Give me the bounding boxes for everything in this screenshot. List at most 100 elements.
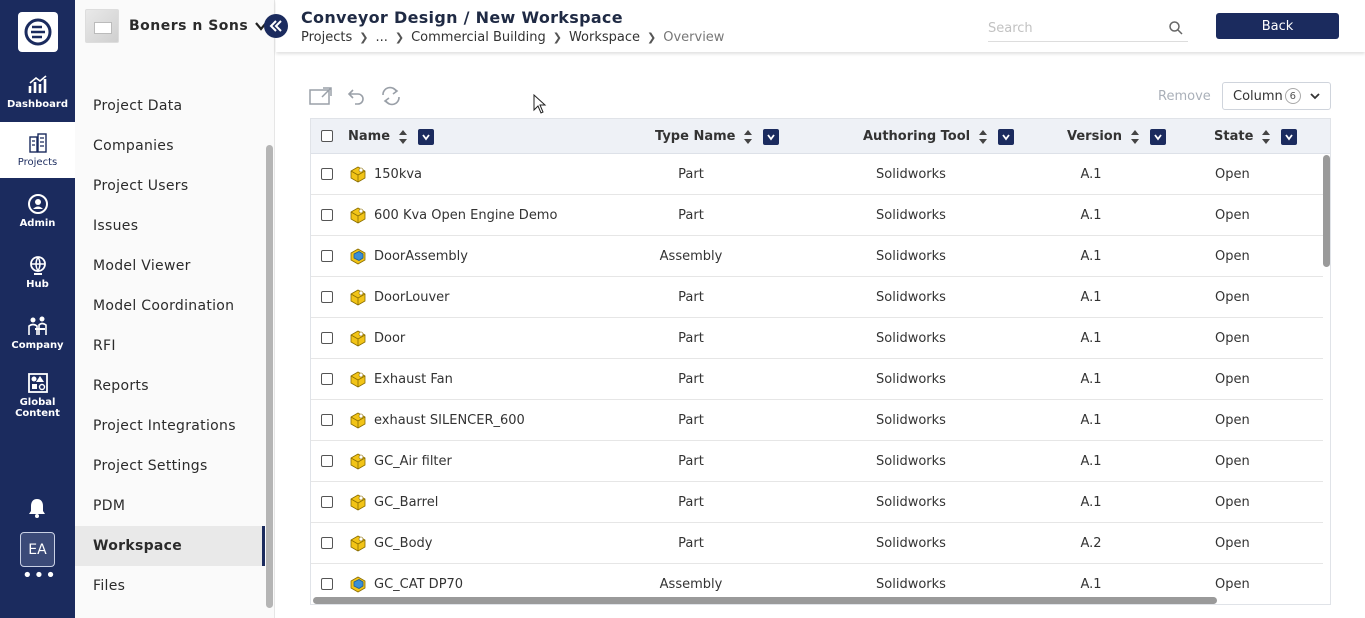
breadcrumb-workspace[interactable]: Workspace [569, 30, 640, 45]
row-checkbox[interactable] [321, 373, 333, 385]
collapse-sidebar-button[interactable] [264, 14, 288, 38]
column-header-state[interactable]: State [1214, 119, 1298, 154]
cell-name[interactable]: Exhaust Fan [349, 359, 453, 399]
cell-name[interactable]: Door [349, 318, 405, 358]
column-chooser-button[interactable]: Column 6 [1222, 82, 1331, 110]
search-icon[interactable] [1168, 20, 1184, 36]
sidebar-item-companies[interactable]: Companies [75, 126, 265, 166]
table-row[interactable]: GC_Barrel Part Solidworks A.1 Open [311, 482, 1323, 523]
table-row[interactable]: DoorAssembly Assembly Solidworks A.1 Open [311, 236, 1323, 277]
rail-item-projects[interactable]: Projects [0, 122, 75, 178]
sort-icon[interactable] [1130, 129, 1140, 145]
row-checkbox[interactable] [321, 455, 333, 467]
app-logo[interactable] [18, 12, 58, 52]
part-icon [350, 289, 366, 306]
cell-name[interactable]: exhaust SILENCER_600 [349, 400, 525, 440]
rail-item-hub[interactable]: Hub [0, 244, 75, 300]
rail-item-global-content[interactable]: Global Content [0, 364, 75, 426]
sort-icon[interactable] [978, 129, 988, 145]
user-avatar[interactable]: EA [20, 532, 55, 567]
sidebar-scrollbar[interactable] [266, 145, 273, 608]
column-count-badge: 6 [1284, 88, 1301, 104]
org-name: Boners n Sons [129, 18, 249, 34]
column-filter-dropdown-icon[interactable] [1281, 128, 1298, 145]
column-filter-dropdown-icon[interactable] [418, 128, 435, 145]
table-row[interactable]: exhaust SILENCER_600 Part Solidworks A.1 Ope… [311, 400, 1323, 441]
row-checkbox[interactable] [321, 496, 333, 508]
row-checkbox[interactable] [321, 250, 333, 262]
open-external-icon[interactable] [309, 86, 333, 106]
cell-name[interactable]: GC_Body [349, 523, 432, 563]
rail-item-company[interactable]: Company [0, 305, 75, 361]
sort-icon[interactable] [1261, 129, 1271, 145]
cell-name[interactable]: DoorLouver [349, 277, 450, 317]
part-icon [350, 494, 366, 511]
cell-type: Assembly [659, 248, 723, 264]
cell-name[interactable]: 600 Kva Open Engine Demo [349, 195, 557, 235]
cell-authoring-tool: Solidworks [876, 412, 946, 428]
column-header-type-name[interactable]: Type Name [655, 119, 780, 154]
table-row[interactable]: Exhaust Fan Part Solidworks A.1 Open [311, 359, 1323, 400]
more-options-icon[interactable]: ••• [22, 567, 56, 587]
table-row[interactable]: GC_Body Part Solidworks A.2 Open [311, 523, 1323, 564]
row-checkbox[interactable] [321, 209, 333, 221]
table-row[interactable]: Door Part Solidworks A.1 Open [311, 318, 1323, 359]
table-row[interactable]: 150kva Part Solidworks A.1 Open [311, 154, 1323, 195]
rail-item-admin[interactable]: Admin [0, 183, 75, 239]
back-button[interactable]: Back [1216, 13, 1339, 39]
breadcrumb-projects[interactable]: Projects [301, 30, 352, 45]
vertical-scroll-thumb[interactable] [1323, 155, 1330, 267]
sidebar-item-project-data[interactable]: Project Data [75, 86, 265, 126]
undo-icon[interactable] [345, 86, 369, 106]
cell-type: Part [678, 207, 704, 223]
sidebar-item-model-viewer[interactable]: Model Viewer [75, 246, 265, 286]
table-row[interactable]: GC_Air filter Part Solidworks A.1 Open [311, 441, 1323, 482]
grid-vertical-scrollbar[interactable] [1322, 154, 1330, 604]
breadcrumb-ellipsis[interactable]: ... [375, 30, 387, 45]
sidebar-item-project-integrations[interactable]: Project Integrations [75, 406, 265, 446]
remove-button[interactable]: Remove [1158, 89, 1211, 104]
sidebar-item-workspace[interactable]: Workspace [75, 526, 265, 566]
org-switcher[interactable]: Boners n Sons [85, 8, 267, 44]
cell-state: Open [1215, 166, 1250, 182]
column-filter-dropdown-icon[interactable] [998, 128, 1015, 145]
row-checkbox[interactable] [321, 168, 333, 180]
rail-item-dashboard[interactable]: Dashboard [0, 64, 75, 120]
cell-version: A.1 [1080, 453, 1102, 469]
bar-chart-icon [28, 75, 47, 93]
sidebar-item-rfi[interactable]: RFI [75, 326, 265, 366]
cell-name[interactable]: GC_Barrel [349, 482, 438, 522]
sidebar-item-pdm[interactable]: PDM [75, 486, 265, 526]
column-filter-dropdown-icon[interactable] [1149, 128, 1166, 145]
search-input[interactable] [988, 16, 1158, 40]
horizontal-scroll-thumb[interactable] [313, 597, 1217, 604]
sidebar-item-project-settings[interactable]: Project Settings [75, 446, 265, 486]
column-header-name[interactable]: Name [348, 119, 435, 154]
sidebar-item-files[interactable]: Files [75, 566, 265, 606]
row-checkbox[interactable] [321, 332, 333, 344]
select-all-checkbox[interactable] [321, 130, 333, 142]
row-checkbox[interactable] [321, 537, 333, 549]
breadcrumb-commercial-building[interactable]: Commercial Building [411, 30, 546, 45]
cell-name[interactable]: GC_Air filter [349, 441, 452, 481]
column-filter-dropdown-icon[interactable] [763, 128, 780, 145]
sidebar-item-model-coordination[interactable]: Model Coordination [75, 286, 265, 326]
sort-icon[interactable] [743, 129, 753, 145]
sort-icon[interactable] [398, 129, 408, 145]
notification-bell-icon[interactable] [26, 497, 48, 519]
table-row[interactable]: DoorLouver Part Solidworks A.1 Open [311, 277, 1323, 318]
grid-horizontal-scrollbar[interactable] [311, 596, 1323, 604]
sidebar-item-project-users[interactable]: Project Users [75, 166, 265, 206]
cell-name[interactable]: DoorAssembly [349, 236, 468, 276]
row-checkbox[interactable] [321, 578, 333, 590]
sidebar-item-reports[interactable]: Reports [75, 366, 265, 406]
row-checkbox[interactable] [321, 291, 333, 303]
table-row[interactable]: 600 Kva Open Engine Demo Part Solidworks A.… [311, 195, 1323, 236]
row-checkbox[interactable] [321, 414, 333, 426]
column-header-authoring-tool[interactable]: Authoring Tool [863, 119, 1015, 154]
refresh-icon[interactable] [379, 86, 403, 106]
column-header-version[interactable]: Version [1067, 119, 1166, 154]
item-name: exhaust SILENCER_600 [374, 412, 525, 428]
sidebar-item-issues[interactable]: Issues [75, 206, 265, 246]
cell-name[interactable]: 150kva [349, 154, 422, 194]
